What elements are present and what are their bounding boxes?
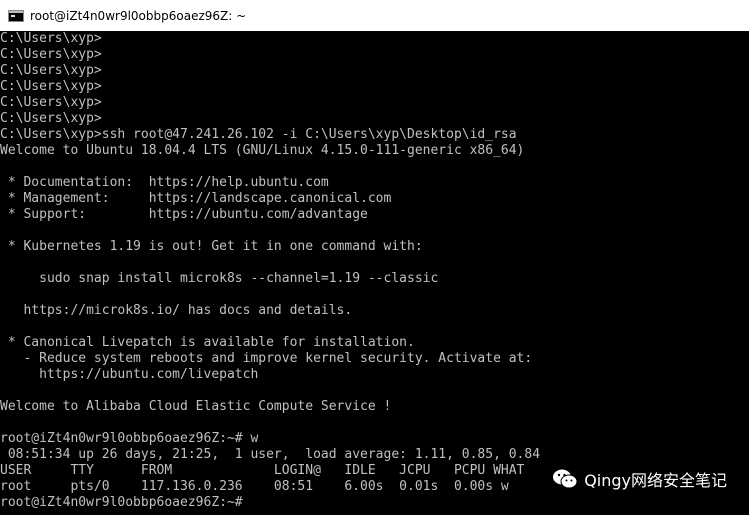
console-line: 08:51:34 up 26 days, 21:25, 1 user, load… [0,447,541,462]
title-bar[interactable]: root@iZt4n0wr9l0obbp6oaez96Z: ~ [0,0,749,31]
console-line: C:\Users\xyp> [0,31,102,46]
console-line: C:\Users\xyp>ssh root@47.241.26.102 -i C… [0,127,517,142]
console-line: https://microk8s.io/ has docs and detail… [0,303,353,318]
terminal-window: root@iZt4n0wr9l0obbp6oaez96Z: ~ C:\Users… [0,0,749,515]
console-line: Welcome to Ubuntu 18.04.4 LTS (GNU/Linux… [0,143,525,158]
window-title: root@iZt4n0wr9l0obbp6oaez96Z: ~ [30,8,247,23]
console-line: https://ubuntu.com/livepatch [0,367,259,382]
console-icon[interactable] [8,9,24,22]
console-line: - Reduce system reboots and improve kern… [0,351,533,366]
console-line: * Management: https://landscape.canonica… [0,191,392,206]
console-line: * Support: https://ubuntu.com/advantage [0,207,368,222]
console-line: C:\Users\xyp> [0,47,102,62]
console-output[interactable]: C:\Users\xyp> C:\Users\xyp> C:\Users\xyp> C… [0,31,749,515]
watermark-text: Qingy网络安全笔记 [584,471,727,490]
console-line: root@iZt4n0wr9l0obbp6oaez96Z:~# w [0,431,259,446]
console-line: C:\Users\xyp> [0,79,102,94]
console-line: C:\Users\xyp> [0,111,102,126]
console-line: sudo snap install microk8s --channel=1.1… [0,271,439,286]
console-line: C:\Users\xyp> [0,63,102,78]
console-line: root@iZt4n0wr9l0obbp6oaez96Z:~# [0,495,251,510]
console-line: * Documentation: https://help.ubuntu.com [0,175,329,190]
console-line: C:\Users\xyp> [0,95,102,110]
wechat-icon [553,469,578,489]
watermark: Qingy网络安全笔记 [552,467,727,491]
console-line: Welcome to Alibaba Cloud Elastic Compute… [0,399,392,414]
console-line: * Kubernetes 1.19 is out! Get it in one … [0,239,423,254]
console-line: * Canonical Livepatch is available for i… [0,335,415,350]
